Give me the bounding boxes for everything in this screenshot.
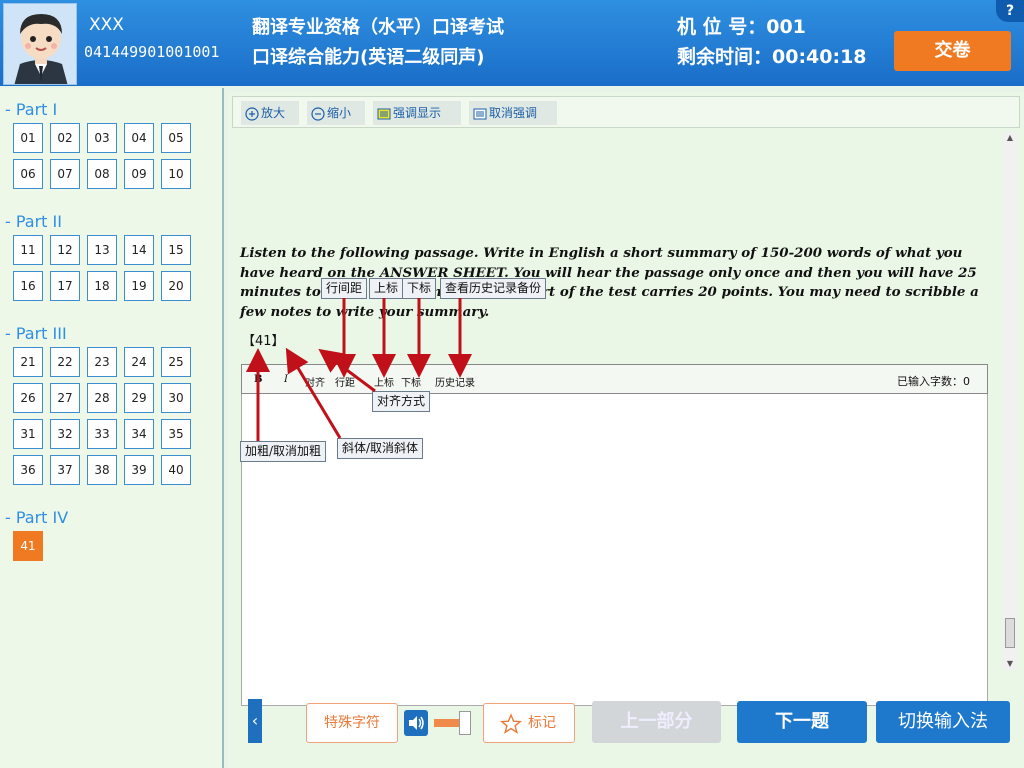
question-button-05[interactable]: 05 — [161, 123, 191, 153]
question-button-06[interactable]: 06 — [13, 159, 43, 189]
question-button-01[interactable]: 01 — [13, 123, 43, 153]
remaining-time: 剩余时间：00:40:18 — [677, 46, 867, 68]
question-button-40[interactable]: 40 — [161, 455, 191, 485]
part-title[interactable]: - Part III — [5, 324, 67, 343]
question-button-08[interactable]: 08 — [87, 159, 117, 189]
main-panel: 放大 缩小 强调显示 取消强调 Listen to the following … — [228, 92, 1024, 768]
help-icon[interactable]: ? — [996, 0, 1024, 22]
question-button-21[interactable]: 21 — [13, 347, 43, 377]
header: XXX 041449901001001 翻译专业资格（水平）口译考试 口译综合能… — [0, 0, 1024, 86]
content-scrollbar[interactable]: ▲ ▼ — [1003, 132, 1017, 670]
annotation-arrows-icon — [246, 298, 472, 441]
question-button-03[interactable]: 03 — [87, 123, 117, 153]
question-button-07[interactable]: 07 — [50, 159, 80, 189]
highlight-icon — [377, 108, 391, 119]
zoom-in-button[interactable]: 放大 — [241, 101, 299, 125]
scroll-up-icon[interactable]: ▲ — [1003, 132, 1017, 144]
prev-part-button[interactable]: 上一部分 — [592, 701, 721, 743]
question-button-23[interactable]: 23 — [87, 347, 117, 377]
question-button-02[interactable]: 02 — [50, 123, 80, 153]
highlight-button[interactable]: 强调显示 — [373, 101, 461, 125]
question-button-34[interactable]: 34 — [124, 419, 154, 449]
zoom-out-label: 缩小 — [327, 106, 352, 120]
question-button-33[interactable]: 33 — [87, 419, 117, 449]
question-button-04[interactable]: 04 — [124, 123, 154, 153]
question-button-14[interactable]: 14 — [124, 235, 154, 265]
question-button-09[interactable]: 09 — [124, 159, 154, 189]
question-button-24[interactable]: 24 — [124, 347, 154, 377]
candidate-name: XXX — [89, 15, 124, 35]
question-button-15[interactable]: 15 — [161, 235, 191, 265]
question-button-22[interactable]: 22 — [50, 347, 80, 377]
question-button-31[interactable]: 31 — [13, 419, 43, 449]
highlight-label: 强调显示 — [393, 106, 442, 120]
question-button-27[interactable]: 27 — [50, 383, 80, 413]
candidate-avatar — [3, 3, 77, 85]
zoom-in-label: 放大 — [261, 106, 286, 120]
question-navigator: - Part I 01 02 03 04 05 06 07 08 09 10- Part II 11 1… — [0, 88, 224, 768]
question-button-18[interactable]: 18 — [87, 271, 117, 301]
question-button-38[interactable]: 38 — [87, 455, 117, 485]
question-button-11[interactable]: 11 — [13, 235, 43, 265]
unhighlight-label: 取消强调 — [489, 106, 538, 120]
zoom-out-button[interactable]: 缩小 — [307, 101, 365, 125]
question-button-17[interactable]: 17 — [50, 271, 80, 301]
question-button-39[interactable]: 39 — [124, 455, 154, 485]
mark-label: 标记 — [528, 715, 556, 731]
question-button-29[interactable]: 29 — [124, 383, 154, 413]
question-button-28[interactable]: 28 — [87, 383, 117, 413]
exam-subtitle: 口译综合能力(英语二级同声) — [252, 47, 485, 68]
scroll-down-icon[interactable]: ▼ — [1003, 658, 1017, 670]
submit-button[interactable]: 交卷 — [894, 31, 1011, 71]
question-button-30[interactable]: 30 — [161, 383, 191, 413]
volume-handle[interactable] — [459, 711, 471, 735]
question-button-35[interactable]: 35 — [161, 419, 191, 449]
question-button-13[interactable]: 13 — [87, 235, 117, 265]
next-question-button[interactable]: 下一题 — [737, 701, 867, 743]
question-button-20[interactable]: 20 — [161, 271, 191, 301]
zoom-out-icon — [311, 106, 325, 121]
scroll-thumb[interactable] — [1005, 618, 1015, 648]
zoom-in-icon — [245, 106, 259, 121]
question-button-37[interactable]: 37 — [50, 455, 80, 485]
part-title[interactable]: - Part II — [5, 212, 62, 231]
speaker-glyph-icon — [409, 716, 424, 730]
part-title[interactable]: - Part I — [5, 100, 57, 119]
question-button-19[interactable]: 19 — [124, 271, 154, 301]
question-button-36[interactable]: 36 — [13, 455, 43, 485]
question-button-10[interactable]: 10 — [161, 159, 191, 189]
star-icon — [500, 713, 522, 734]
part-title[interactable]: - Part IV — [5, 508, 68, 527]
question-button-32[interactable]: 32 — [50, 419, 80, 449]
unhighlight-button[interactable]: 取消强调 — [469, 101, 557, 125]
mark-button[interactable]: 标记 — [483, 703, 575, 743]
question-button-26[interactable]: 26 — [13, 383, 43, 413]
candidate-id: 041449901001001 — [84, 43, 220, 61]
seat-number: 机 位 号：001 — [677, 16, 806, 38]
question-content: Listen to the following passage. Write i… — [232, 128, 1020, 706]
speaker-icon[interactable] — [404, 710, 428, 736]
question-button-12[interactable]: 12 — [50, 235, 80, 265]
switch-ime-button[interactable]: 切换输入法 — [876, 701, 1010, 743]
collapse-arrow-icon[interactable]: ‹ — [248, 699, 262, 743]
special-chars-button[interactable]: 特殊字符 — [306, 703, 398, 743]
question-button-16[interactable]: 16 — [13, 271, 43, 301]
unhighlight-icon — [473, 108, 487, 119]
question-button-41[interactable]: 41 — [13, 531, 43, 561]
question-button-25[interactable]: 25 — [161, 347, 191, 377]
avatar-illustration-icon — [4, 4, 76, 84]
exam-title: 翻译专业资格（水平）口译考试 — [252, 17, 504, 38]
view-toolbar: 放大 缩小 强调显示 取消强调 — [232, 96, 1020, 128]
